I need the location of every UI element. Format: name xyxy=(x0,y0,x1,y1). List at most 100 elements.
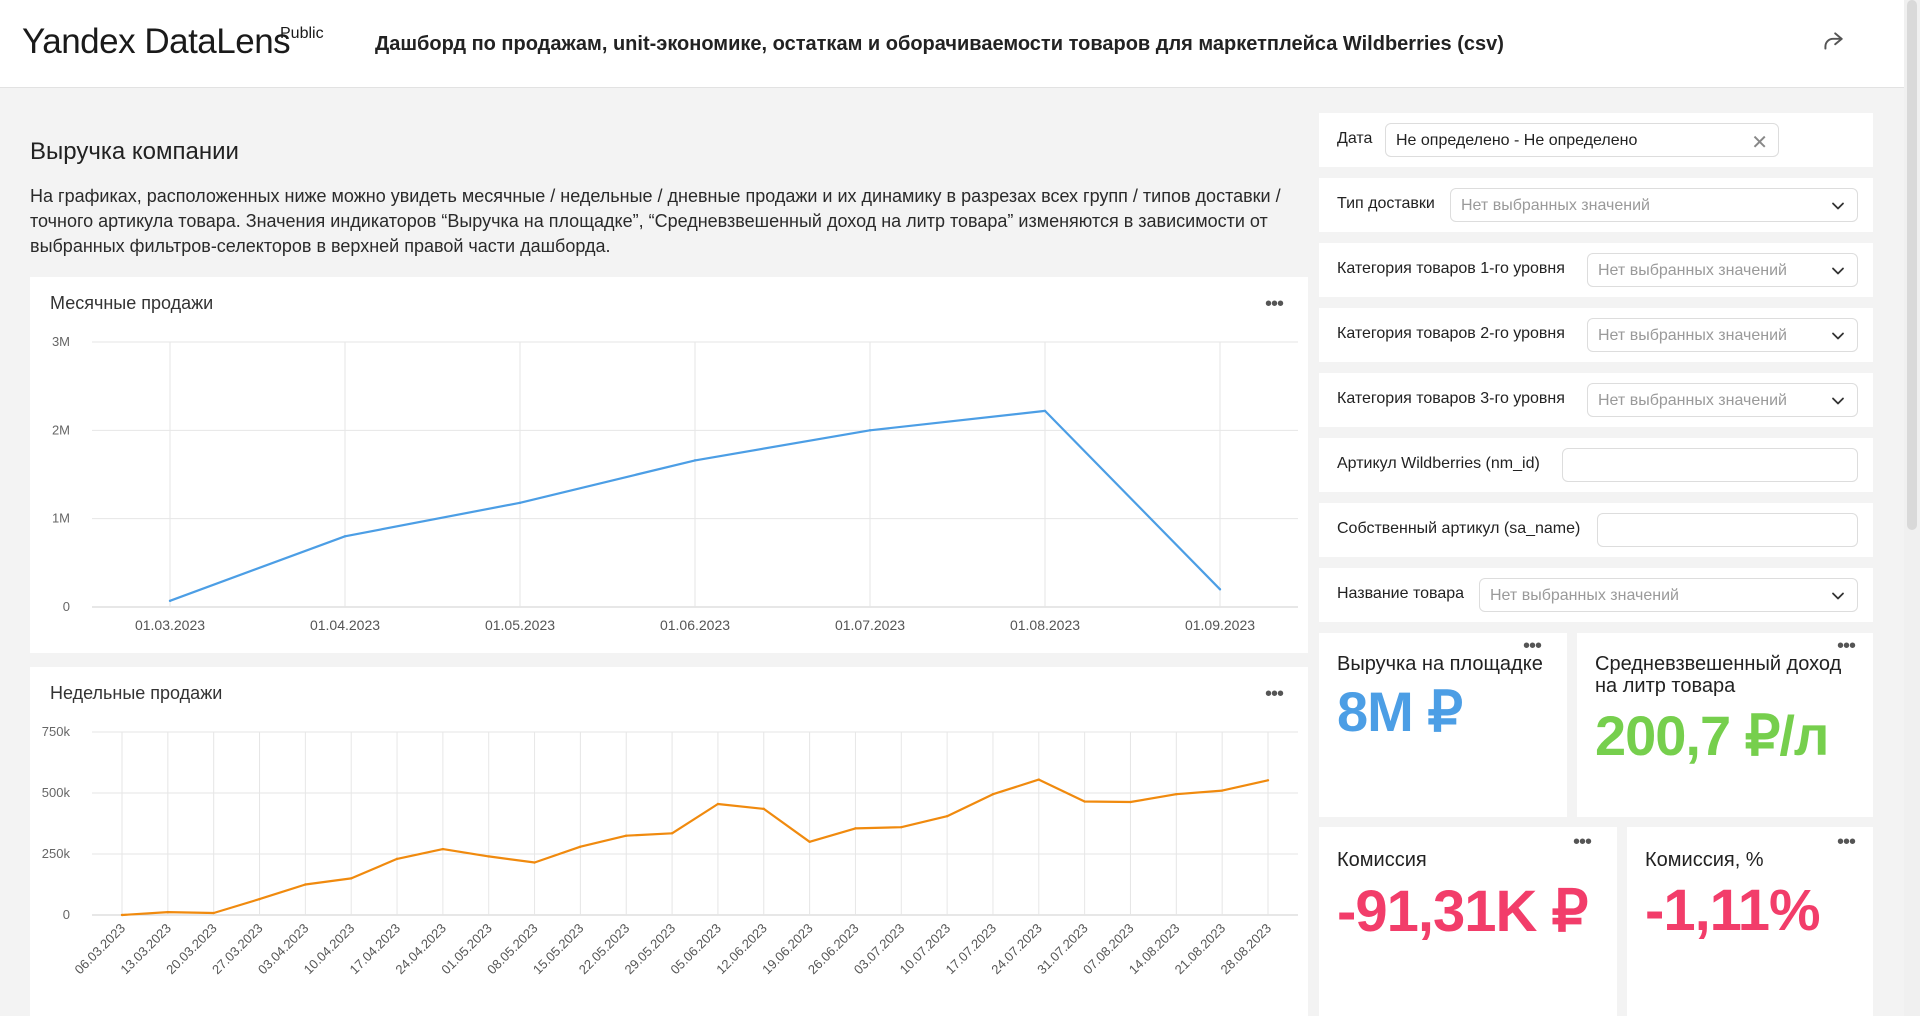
filter-label: Дата xyxy=(1337,130,1373,147)
filter-category-3: Категория товаров 3-го уровня Нет выбран… xyxy=(1319,373,1873,427)
x-tick-label: 01.03.2023 xyxy=(135,617,205,633)
chevron-down-icon xyxy=(1832,202,1844,210)
dashboard-title: Дашборд по продажам, unit-экономике, ост… xyxy=(375,33,1504,55)
data-point xyxy=(168,599,172,603)
data-point xyxy=(991,793,995,796)
filter-category-2: Категория товаров 2-го уровня Нет выбран… xyxy=(1319,308,1873,362)
data-point xyxy=(808,840,811,843)
y-tick-label: 750k xyxy=(42,724,71,739)
y-tick-label: 500k xyxy=(42,785,71,800)
kpi-commission-pct-card: ••• Комиссия, % -1,11% xyxy=(1627,827,1873,1016)
chevron-down-icon xyxy=(1832,397,1844,405)
data-point xyxy=(1175,793,1178,796)
x-tick-label: 01.09.2023 xyxy=(1185,617,1255,633)
filter-product-name: Название товара Нет выбранных значений xyxy=(1319,568,1873,622)
y-tick-label: 0 xyxy=(63,907,70,922)
date-range-picker[interactable]: Не определено - Не определено ✕ xyxy=(1385,123,1779,157)
data-point xyxy=(762,807,765,811)
data-point xyxy=(487,855,490,858)
kpi-title: Комиссия xyxy=(1337,849,1427,871)
data-point xyxy=(625,834,628,837)
data-point xyxy=(441,847,445,851)
y-tick-label: 2M xyxy=(52,422,70,437)
filter-label: Тип доставки xyxy=(1337,195,1435,212)
public-badge: Public xyxy=(280,25,324,42)
product-name-select[interactable]: Нет выбранных значений xyxy=(1479,578,1858,612)
monthly-sales-card: Месячные продажи ••• 0 1M 2M 3M 01.03.2023 01… xyxy=(30,277,1308,653)
chevron-down-icon xyxy=(1832,592,1844,600)
filter-label: Название товара xyxy=(1337,585,1465,602)
select-placeholder: Нет выбранных значений xyxy=(1461,197,1650,214)
data-point xyxy=(900,825,903,829)
y-tick-label: 0 xyxy=(63,599,70,614)
data-point xyxy=(1129,800,1132,804)
sa-name-input[interactable] xyxy=(1597,513,1858,547)
x-tick-label: 01.05.2023 xyxy=(485,617,555,633)
data-point xyxy=(343,535,347,538)
filter-label: Артикул Wildberries (nm_id) xyxy=(1337,455,1540,472)
select-placeholder: Нет выбранных значений xyxy=(1598,392,1787,409)
y-tick-label: 1M xyxy=(52,511,70,526)
y-tick-label: 3M xyxy=(52,334,70,349)
section-title: Выручка компании xyxy=(30,138,239,165)
data-point xyxy=(304,883,307,886)
weekly-sales-card: Недельные продажи ••• 0 250k 500k 750k 06.03… xyxy=(30,667,1308,1016)
select-placeholder: Нет выбранных значений xyxy=(1598,262,1787,279)
data-point xyxy=(693,459,697,462)
kpi-value: -1,11% xyxy=(1645,878,1821,943)
data-point xyxy=(166,910,170,914)
category-1-select[interactable]: Нет выбранных значений xyxy=(1587,253,1858,287)
x-tick-label: 01.04.2023 xyxy=(310,617,380,633)
weekly-sales-chart: 0250k500k750k06.03.202313.03.202320.03.2… xyxy=(42,724,1298,977)
x-tick-label: 01.07.2023 xyxy=(835,617,905,633)
data-point xyxy=(716,802,720,806)
filter-category-1: Категория товаров 1-го уровня Нет выбран… xyxy=(1319,243,1873,297)
data-point xyxy=(1220,789,1224,792)
close-icon[interactable]: ✕ xyxy=(1751,130,1768,155)
data-point xyxy=(579,845,582,848)
category-3-select[interactable]: Нет выбранных значений xyxy=(1587,383,1858,417)
kpi-title: Средневзвешенный доход на литр товара xyxy=(1595,653,1842,697)
kpi-value: 8M ₽ xyxy=(1337,680,1463,743)
filter-label: Категория товаров 3-го уровня xyxy=(1337,390,1565,407)
filter-delivery-type: Тип доставки Нет выбранных значений xyxy=(1319,178,1873,232)
section-description: На графиках, расположенных ниже можно ув… xyxy=(30,186,1281,256)
data-point xyxy=(1037,778,1040,781)
kpi-commission-card: ••• Комиссия -91,31K ₽ xyxy=(1319,827,1617,1016)
x-tick-label: 01.08.2023 xyxy=(1010,617,1080,633)
more-icon[interactable]: ••• xyxy=(1837,636,1856,656)
category-2-select[interactable]: Нет выбранных значений xyxy=(1587,318,1858,352)
filter-label: Категория товаров 2-го уровня xyxy=(1337,325,1565,342)
data-point xyxy=(518,501,522,504)
x-tick-label: 01.06.2023 xyxy=(660,617,730,633)
scrollbar-thumb[interactable] xyxy=(1907,0,1917,530)
filter-date: Дата Не определено - Не определено ✕ xyxy=(1319,113,1873,167)
data-point xyxy=(1083,800,1086,803)
chevron-down-icon xyxy=(1832,332,1844,340)
kpi-income-per-liter-card: ••• Средневзвешенный доход на литр товар… xyxy=(1577,633,1873,817)
y-tick-label: 250k xyxy=(42,846,71,861)
data-point xyxy=(258,897,261,901)
data-point xyxy=(854,827,857,830)
kpi-value: -91,31K ₽ xyxy=(1337,879,1588,944)
more-icon[interactable]: ••• xyxy=(1837,832,1856,852)
share-icon[interactable] xyxy=(1820,28,1846,54)
more-icon[interactable]: ••• xyxy=(1573,832,1592,852)
series-line xyxy=(121,778,1269,917)
nm-id-input[interactable] xyxy=(1562,448,1858,482)
filter-label: Собственный артикул (sa_name) xyxy=(1337,520,1581,537)
monthly-sales-chart: 0 1M 2M 3M 01.03.2023 01.04.2023 01.05.2023 01.… xyxy=(52,334,1298,633)
delivery-type-select[interactable]: Нет выбранных значений xyxy=(1450,188,1858,222)
app-logo[interactable]: Yandex DataLens xyxy=(22,22,291,62)
data-point xyxy=(670,832,674,835)
data-point xyxy=(395,857,399,861)
data-point xyxy=(945,814,949,818)
filter-label: Категория товаров 1-го уровня xyxy=(1337,260,1565,277)
more-icon[interactable]: ••• xyxy=(1523,636,1542,656)
select-placeholder: Нет выбранных значений xyxy=(1490,587,1679,604)
kpi-title: Выручка на площадке xyxy=(1337,653,1543,675)
filter-sa-name: Собственный артикул (sa_name) xyxy=(1319,503,1873,557)
kpi-revenue-card: ••• Выручка на площадке 8M ₽ xyxy=(1319,633,1567,817)
data-point xyxy=(1218,588,1222,591)
select-placeholder: Нет выбранных значений xyxy=(1598,327,1787,344)
